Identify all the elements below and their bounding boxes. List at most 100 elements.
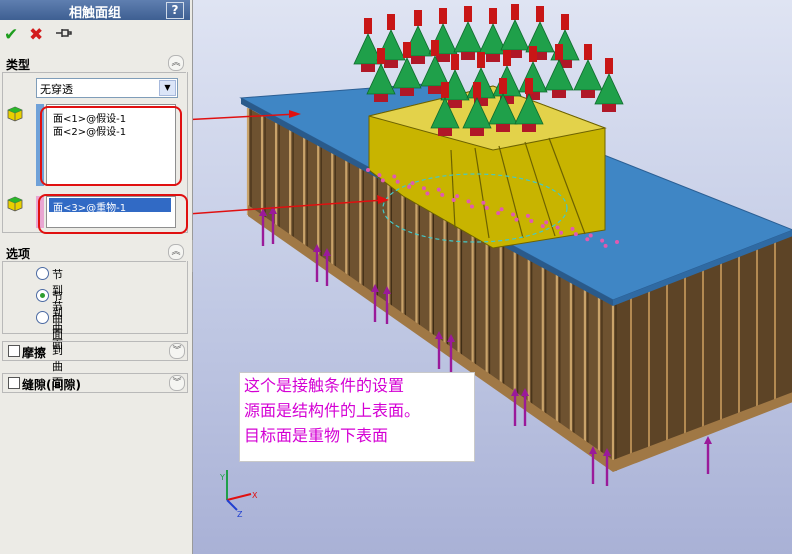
check-icon[interactable]: ✔ (4, 25, 18, 45)
radio-button[interactable] (36, 267, 49, 280)
contact-marker (366, 168, 370, 172)
annotation-box: 这个是接触条件的设置 源面是结构件的上表面。 目标面是重物下表面 (239, 372, 475, 462)
load-base (470, 128, 484, 136)
load-base (428, 86, 442, 94)
load-shaft (529, 46, 537, 62)
contact-marker (496, 211, 501, 216)
friction-section[interactable]: 摩擦 ︾ (2, 341, 188, 361)
chevron-up-icon[interactable]: ︽ (168, 244, 184, 260)
load-shaft (473, 82, 481, 98)
contact-marker (529, 219, 534, 223)
contact-marker (555, 225, 560, 230)
contact-marker (499, 207, 504, 212)
load-shaft (584, 44, 592, 60)
contact-marker (395, 179, 400, 184)
contact-marker (484, 205, 489, 210)
load-base (522, 124, 536, 132)
load-base (438, 128, 452, 136)
load-shaft (403, 42, 411, 58)
load-shaft (605, 58, 613, 74)
contact-marker (436, 187, 441, 192)
action-row: ✔ ✖ (0, 22, 190, 48)
cube-icon (7, 196, 23, 212)
load-shaft (525, 78, 533, 94)
property-manager: 相触面组 ? ✔ ✖ 类型 ︽ 无穿透 ▼ 面<1>@假设-1 面<2>@假设-… (0, 0, 193, 554)
cube-icon (7, 106, 23, 122)
load-shaft (387, 14, 395, 30)
contact-marker (559, 230, 564, 235)
load-shaft (499, 78, 507, 94)
contact-marker (377, 173, 382, 178)
load-shaft (431, 40, 439, 56)
contact-marker (455, 194, 460, 199)
support-arrowhead (704, 436, 712, 444)
annotation-line: 这个是接触条件的设置 (244, 376, 405, 395)
chevron-up-icon[interactable]: ︽ (168, 55, 184, 71)
load-base (461, 52, 475, 60)
load-shaft (536, 6, 544, 22)
panel-title: 相触面组 (68, 6, 121, 21)
type-section-header[interactable]: 类型 ︽ (2, 54, 186, 73)
load-shaft (489, 8, 497, 24)
pushpin-icon[interactable] (54, 25, 72, 46)
load-shaft (451, 54, 459, 70)
triad-x-label: X (252, 491, 258, 500)
contact-marker (511, 212, 516, 217)
options-section-label: 选项 (6, 247, 31, 261)
contact-marker (421, 186, 426, 191)
load-base (581, 90, 595, 98)
load-base (400, 88, 414, 96)
radio-button[interactable] (36, 289, 49, 302)
type-section-label: 类型 (6, 58, 31, 72)
contact-marker (425, 191, 430, 196)
load-base (486, 54, 500, 62)
contact-type-dropdown[interactable]: 无穿透 ▼ (36, 78, 178, 98)
options-section-header[interactable]: 选项 ︽ (2, 243, 186, 262)
load-cone (453, 21, 483, 53)
load-shaft (511, 4, 519, 20)
load-shaft (464, 6, 472, 22)
load-base (384, 60, 398, 68)
load-shaft (414, 10, 422, 26)
load-shaft (377, 48, 385, 64)
contact-marker (466, 199, 471, 204)
contact-marker (588, 233, 593, 238)
load-shaft (503, 50, 511, 66)
gap-section[interactable]: 缝隙(间隙) ︾ (2, 373, 188, 393)
load-base (602, 104, 616, 112)
load-shaft (364, 18, 372, 34)
load-shaft (441, 82, 449, 98)
load-base (411, 56, 425, 64)
load-base (374, 94, 388, 102)
contact-marker (540, 224, 545, 229)
coordinate-triad: Y X Z (219, 470, 258, 519)
load-base (496, 124, 510, 132)
callout-box-source (40, 106, 182, 186)
load-shaft (561, 14, 569, 30)
contact-marker (570, 226, 575, 231)
contact-marker (481, 200, 486, 205)
load-base (448, 100, 462, 108)
chevron-down-icon[interactable]: ︾ (169, 375, 185, 391)
friction-checkbox[interactable] (8, 345, 20, 357)
contact-marker (585, 237, 590, 242)
triad-z-label: Z (237, 510, 243, 519)
contact-marker (440, 192, 445, 197)
chevron-down-icon[interactable]: ︾ (169, 343, 185, 359)
gap-checkbox[interactable] (8, 377, 20, 389)
load-base (361, 64, 375, 72)
contact-marker (469, 204, 474, 209)
contact-marker (573, 232, 578, 237)
chevron-down-icon[interactable]: ▼ (159, 80, 176, 96)
annotation-line: 目标面是重物下表面 (244, 426, 389, 445)
graphics-area[interactable]: Y X Z (193, 0, 792, 554)
load-shaft (477, 52, 485, 68)
options-section-body (2, 261, 188, 334)
triad-y-label: Y (219, 473, 225, 482)
close-icon[interactable]: ✖ (29, 25, 43, 45)
load-shaft (555, 44, 563, 60)
help-button[interactable]: ? (166, 2, 184, 19)
callout-box-target (38, 194, 188, 234)
radio-button[interactable] (36, 311, 49, 324)
model-view: Y X Z (193, 4, 792, 519)
